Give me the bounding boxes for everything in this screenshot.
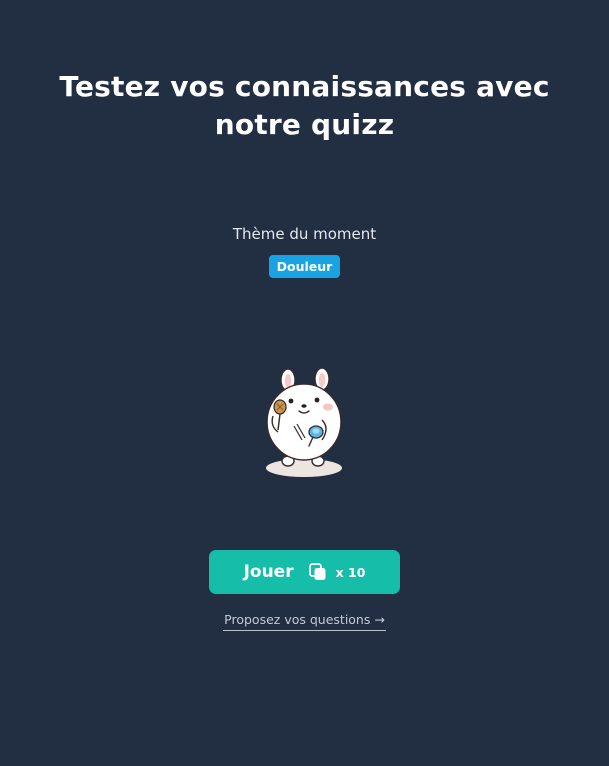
play-button[interactable]: Jouer x 10: [209, 550, 400, 594]
theme-label: Thème du moment: [232, 225, 377, 243]
theme-badge[interactable]: Douleur: [269, 255, 340, 278]
play-label: Jouer: [243, 562, 294, 582]
cards-stack-icon: [308, 563, 326, 580]
page-title: Testez vos connaissances avec notre quiz…: [59, 70, 550, 141]
play-count: x 10: [335, 564, 366, 580]
propose-questions-link[interactable]: Proposez vos questions →: [223, 610, 386, 631]
bunny-mascot-icon: [266, 367, 342, 477]
